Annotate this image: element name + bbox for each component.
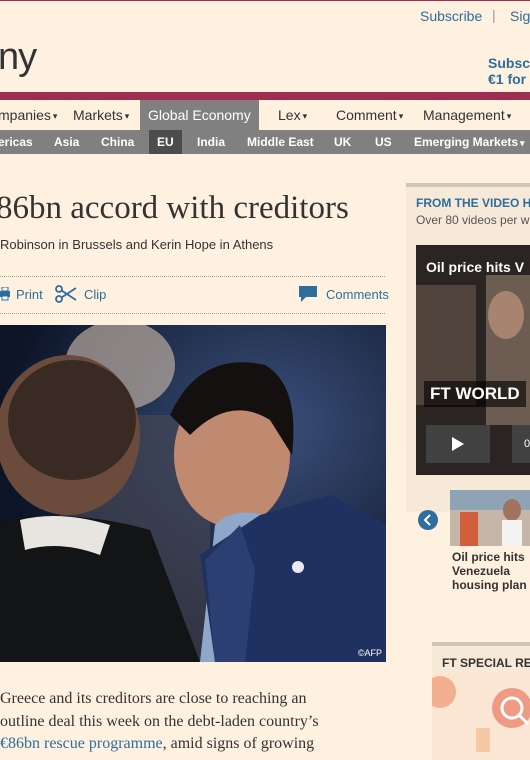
sub-nav-item-asia[interactable]: Asia — [54, 130, 79, 154]
article-headline: 86bn accord with creditors — [0, 190, 349, 226]
chevron-down-icon: ▾ — [506, 111, 512, 122]
carousel-prev-button[interactable] — [418, 510, 438, 530]
nav-item-markets[interactable]: Markets ▾ — [73, 100, 129, 130]
thumbnail-image — [450, 490, 530, 546]
subscribe-link[interactable]: Subscribe — [420, 8, 482, 24]
header-rule — [0, 92, 530, 100]
play-icon — [452, 437, 464, 451]
chevron-down-icon: ▾ — [398, 111, 404, 122]
sub-nav-item-middle-east[interactable]: Middle East — [247, 130, 314, 154]
article-photo: ©AFP — [0, 325, 386, 662]
sub-nav-item-uk[interactable]: UK — [334, 130, 351, 154]
video-brand-label: FT WORLD — [424, 381, 526, 407]
video-module: FROM THE VIDEO H Over 80 videos per w Oi… — [406, 183, 530, 512]
video-thumbnail[interactable] — [450, 490, 530, 546]
divider — [0, 276, 385, 277]
rescue-programme-link[interactable]: €86bn rescue programme — [0, 735, 163, 752]
body-line: Greece and its creditors are close to re… — [0, 690, 307, 707]
nav-item-label: mpanies — [0, 107, 51, 123]
special-reports-graphic — [432, 672, 530, 760]
nav-item-label: Comment — [336, 107, 397, 123]
comments-link[interactable]: Comments — [326, 287, 389, 302]
clip-link[interactable]: Clip — [84, 287, 106, 302]
special-reports-module: FT SPECIAL RE — [432, 642, 530, 760]
sub-nav-item-us[interactable]: US — [375, 130, 392, 154]
body-text-fragment: , amid signs of growing — [162, 735, 315, 752]
video-controls: 00: — [426, 425, 530, 463]
chevron-down-icon: ▾ — [124, 111, 130, 122]
nav-item-global-economy[interactable]: Global Economy — [140, 100, 259, 130]
article-body: Greece and its creditors are close to re… — [0, 688, 386, 756]
chevron-down-icon: ▾ — [302, 111, 308, 122]
sub-nav: ericas Asia China EU India Middle East U… — [0, 130, 530, 154]
video-player[interactable]: Oil price hits V FT WORLD 00: — [416, 245, 530, 475]
video-subtitle: Over 80 videos per w — [416, 213, 530, 227]
main-nav: mpanies ▾ Markets ▾ Global Economy Lex ▾ Co… — [0, 100, 530, 130]
article-tools: Print Clip Comments — [0, 284, 389, 306]
body-line: €86bn rescue programme, amid signs of gr… — [0, 733, 386, 756]
top-border — [0, 0, 530, 1]
nav-item-companies[interactable]: mpanies ▾ — [0, 100, 57, 130]
photo-illustration — [0, 325, 386, 662]
sub-nav-item-label: Emerging Markets — [414, 135, 519, 149]
special-reports-title[interactable]: FT SPECIAL RE — [442, 656, 530, 670]
video-title: Oil price hits V — [426, 259, 525, 275]
print-link[interactable]: Print — [16, 287, 43, 302]
chevron-down-icon: ▾ — [52, 111, 58, 122]
nav-item-comment[interactable]: Comment ▾ — [336, 100, 403, 130]
subscribe-promo-line1[interactable]: Subscr — [488, 55, 530, 71]
divider — [0, 313, 385, 314]
nav-item-label: Management — [423, 107, 505, 123]
sub-nav-item-eu[interactable]: EU — [149, 130, 182, 154]
scissors-icon[interactable] — [55, 285, 77, 303]
nav-item-label: Markets — [73, 107, 123, 123]
video-time: 00: — [512, 425, 530, 463]
nav-item-label: Lex — [278, 107, 301, 123]
sub-nav-item-india[interactable]: India — [197, 130, 225, 154]
subscribe-promo-line2[interactable]: €1 for — [488, 71, 526, 87]
print-icon[interactable] — [0, 287, 10, 301]
chevron-down-icon: ▾ — [520, 137, 525, 148]
sub-nav-item-americas[interactable]: ericas — [0, 130, 33, 154]
section-title: ny — [0, 36, 37, 78]
article-byline: Robinson in Brussels and Kerin Hope in A… — [0, 237, 274, 252]
photo-credit: ©AFP — [357, 648, 382, 658]
body-line: outline deal this week on the debt-laden… — [0, 712, 319, 730]
header-separator: | — [492, 7, 496, 23]
play-button[interactable] — [426, 425, 490, 463]
sign-in-link[interactable]: Sign — [510, 8, 530, 24]
nav-item-management[interactable]: Management ▾ — [423, 100, 511, 130]
sub-nav-item-emerging-markets[interactable]: Emerging Markets ▾ — [414, 130, 525, 154]
comment-bubble-icon[interactable] — [298, 285, 318, 303]
sub-nav-item-china[interactable]: China — [101, 130, 134, 154]
thumbnail-title[interactable]: Oil price hits Venezuela housing plan — [452, 550, 530, 592]
nav-item-lex[interactable]: Lex ▾ — [278, 100, 307, 130]
video-kicker[interactable]: FROM THE VIDEO H — [416, 196, 530, 210]
chevron-left-icon — [423, 514, 431, 526]
nav-item-label: Global Economy — [148, 107, 251, 123]
